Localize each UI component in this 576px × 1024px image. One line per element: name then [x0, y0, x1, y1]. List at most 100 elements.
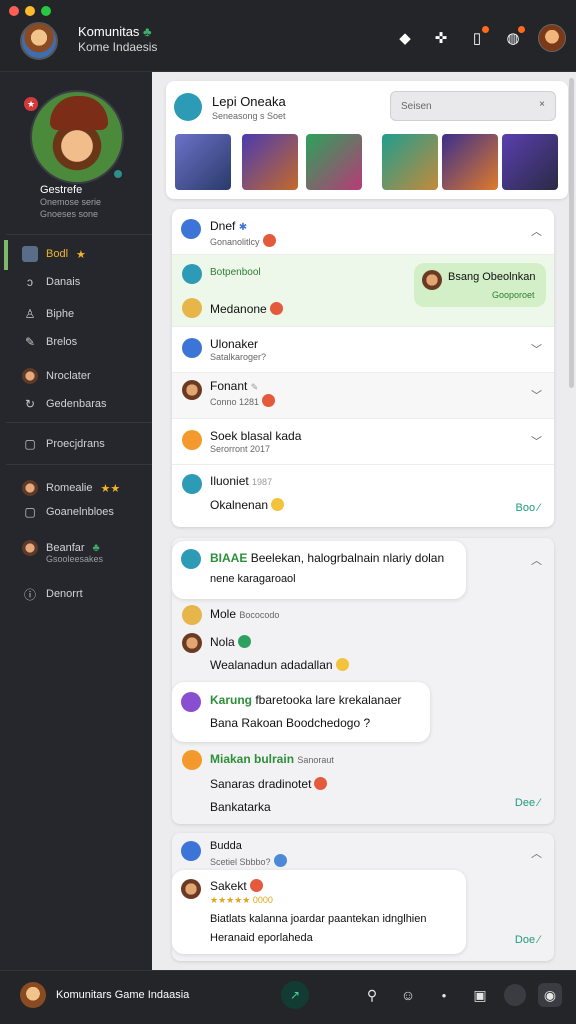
avatar [182, 605, 202, 625]
search-input[interactable]: Seisen × [390, 91, 556, 121]
sidebar-subitem-gsooleesakes[interactable]: Gsooleesakes [46, 554, 103, 564]
window-titlebar: Komunitas ♣ Kome Indaesis ◆ ✜ ▯ ◍ [0, 0, 576, 72]
thread-title: Dnef ✱ [210, 219, 248, 233]
thread-subtitle: Scetiel Sbbbo? [210, 854, 287, 867]
community-header-card: Lepi Oneaka Seneasong s Soet Seisen × [166, 81, 568, 199]
leaf-icon: ♣ [143, 24, 152, 39]
community-logo[interactable] [174, 93, 202, 121]
community-title: Lepi Oneaka [212, 94, 286, 109]
post-subtitle: Satalkaroger? [210, 352, 267, 362]
bottom-title: Komunitars Game Indaasia [56, 989, 190, 1001]
dot-icon[interactable]: ● [432, 983, 456, 1007]
refresh-icon: ↻ [24, 397, 36, 411]
globe-icon[interactable]: ◍ [502, 26, 525, 49]
puzzle-icon[interactable]: ✜ [430, 27, 452, 49]
game-thumb-beast[interactable] [382, 134, 438, 190]
message-text: BIAAE Beelekan, halogrbalnain nlariy dol… [210, 551, 445, 565]
list-item[interactable]: Soek blasal kada Serorront 2017 ﹀ [172, 418, 554, 464]
reply-bubble[interactable]: Sakekt ★★★★★ 0000 Biatlats kalanna joard… [172, 870, 466, 954]
chevron-up-icon[interactable]: ︿ [531, 552, 542, 568]
message-author: Mole Bococodo [210, 607, 280, 621]
top-icon-bar: ◆ ✜ ▯ ◍ [394, 24, 566, 52]
sidebar-item-nroclater[interactable]: Nroclater [22, 368, 91, 384]
thread-subtitle: Gonanolitlcy [210, 234, 276, 247]
sidebar-item-denorrt[interactable]: ⓘ Denorrt [22, 586, 83, 602]
more-link[interactable]: Dee ⁄ [515, 797, 540, 809]
divider [6, 464, 152, 465]
game-thumb-fox[interactable] [442, 134, 498, 190]
avatar [422, 270, 442, 290]
avatar [182, 338, 202, 358]
list-item[interactable]: Botpenbool Medanone Bsang Obeolnkan Goop… [172, 254, 554, 326]
message-text: Bankatarka [210, 800, 271, 814]
highlight-bubble[interactable]: Bsang Obeolnkan Gooporoet [414, 263, 546, 307]
activity-icon[interactable]: ↗ [281, 981, 309, 1009]
sidebar-subitem-brelos[interactable]: ✎ Brelos [22, 334, 77, 350]
profile-info: Gnoeses sone [40, 209, 99, 219]
sidebar-item-romealie[interactable]: Romealie ★★ [22, 480, 120, 496]
message-text: Sanaras dradinotet [210, 777, 328, 791]
thread-card-3: Budda Scetiel Sbbbo? ︿ Sakekt ★★★★★ 0000… [172, 833, 554, 961]
avatar [182, 264, 202, 284]
chevron-down-icon[interactable]: ﹀ [531, 341, 542, 357]
list-item[interactable]: Iluoniet 1987 Okalnenan Boo ⁄ [172, 464, 554, 527]
sidebar-item-proecjdrans[interactable]: ▢ Proecjdrans [22, 436, 104, 452]
emoji-icon [269, 302, 283, 315]
divider [6, 422, 152, 423]
list-item[interactable]: Ulonaker Satalkaroger? ﹀ [172, 326, 554, 372]
search-icon[interactable]: ⚲ [360, 983, 384, 1007]
sidebar-subitem-gedenbaras[interactable]: ↻ Gedenbaras [22, 396, 107, 412]
thread-avatar[interactable] [181, 841, 201, 861]
highlight-name: Bsang Obeolnkan [448, 271, 536, 283]
minimize-window-button[interactable] [25, 6, 35, 16]
sidebar-item-biphe[interactable]: ♙ Biphe [22, 306, 75, 322]
profile-picture[interactable] [30, 90, 124, 184]
close-icon[interactable]: × [539, 99, 545, 110]
thread-avatar[interactable] [181, 219, 201, 239]
avatar [182, 380, 202, 400]
people-icon[interactable]: ☺ [396, 983, 420, 1007]
image-icon[interactable]: ▣ [468, 983, 492, 1007]
clipboard-icon[interactable]: ▯ [466, 26, 489, 49]
chevron-up-icon[interactable]: ︿ [531, 223, 542, 239]
more-link[interactable]: Doe ⁄ [515, 934, 540, 946]
close-window-button[interactable] [9, 6, 19, 16]
post-text: Okalnenan [210, 498, 285, 512]
scrollbar[interactable] [569, 78, 574, 388]
chevron-up-icon[interactable]: ︿ [531, 845, 542, 861]
user-avatar[interactable] [504, 984, 526, 1006]
emoji-icon [262, 394, 276, 407]
message-bubble[interactable]: BIAAE Beelekan, halogrbalnain nlariy dol… [172, 541, 466, 599]
thread-title: Budda [210, 840, 242, 852]
main-panel: Lepi Oneaka Seneasong s Soet Seisen × Dn… [152, 72, 576, 970]
emoji-icon [314, 777, 328, 790]
avatar [182, 474, 202, 494]
sidebar-subitem-goanelnbloes[interactable]: ▢ Goanelnbloes [22, 504, 114, 520]
user-avatar[interactable] [538, 24, 566, 52]
message-bubble[interactable]: Karung fbaretooka lare krekalanaer Bana … [172, 682, 430, 742]
app-subtitle: Kome Indaesis [78, 40, 158, 54]
avatar [22, 480, 38, 496]
more-link[interactable]: Boo ⁄ [516, 502, 540, 514]
bell-icon[interactable]: ◆ [394, 27, 416, 49]
community-avatar[interactable] [20, 22, 58, 60]
chevron-down-icon[interactable]: ﹀ [531, 433, 542, 449]
emoji-icon [182, 298, 202, 318]
rating-stars: ★★★★★ 0000 [210, 895, 273, 905]
list-item[interactable]: Fonant ✎ Conno 1281 ﹀ [172, 372, 554, 418]
sidebar-item-bodl[interactable]: Bodl ★ [22, 246, 86, 262]
maximize-window-button[interactable] [41, 6, 51, 16]
message-text: nene karagaroaol [210, 573, 296, 585]
message-author: Miakan bulrain Sanoraut [210, 752, 334, 766]
community-avatar[interactable] [20, 982, 46, 1008]
game-thumb-hero[interactable] [242, 134, 298, 190]
profile-icon[interactable]: ◉ [538, 983, 562, 1007]
message-text: Bana Rakoan Boodchedogo ? [210, 716, 371, 730]
game-thumb-warrior[interactable] [306, 134, 362, 190]
game-thumb-robot[interactable] [175, 134, 231, 190]
post-author: Soek blasal kada [210, 429, 302, 443]
sidebar-subitem-danais[interactable]: ↄ Danais [22, 274, 80, 290]
chevron-down-icon[interactable]: ﹀ [531, 387, 542, 403]
star-icon: ★ [76, 248, 86, 261]
game-thumb-dragon[interactable] [502, 134, 558, 190]
